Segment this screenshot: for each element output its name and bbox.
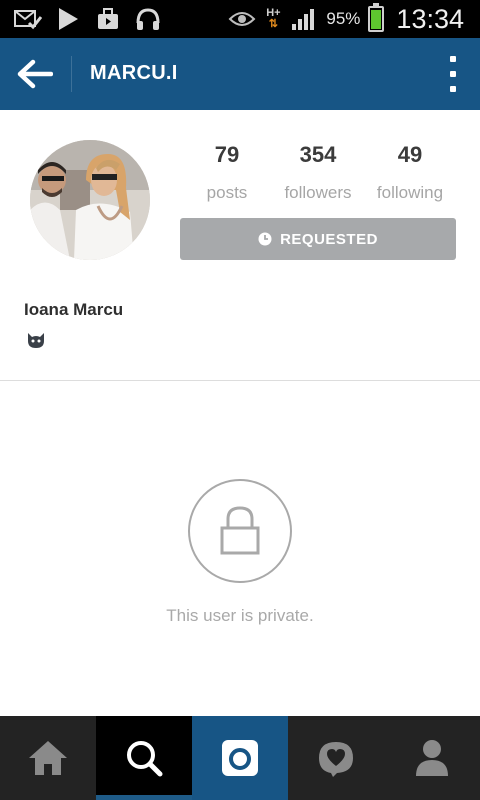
followers-label: followers	[276, 183, 360, 203]
signal-icon	[290, 6, 318, 32]
status-bar: H+⇅ 95% 13:34	[0, 0, 480, 38]
nav-profile[interactable]	[384, 716, 480, 800]
data-arrows-icon: ⇅	[269, 18, 278, 30]
menu-dot	[450, 71, 456, 77]
battery-percent: 95%	[326, 9, 360, 29]
bottom-navigation	[0, 716, 480, 800]
profile-icon	[414, 738, 450, 778]
menu-dot	[450, 86, 456, 92]
camera-icon	[220, 738, 260, 778]
following-count: 49	[370, 142, 450, 168]
instagram-profile-screen: H+⇅ 95% 13:34 MARCU.I	[0, 0, 480, 800]
search-icon	[124, 738, 164, 778]
posts-count: 79	[202, 142, 252, 168]
profile-username: MARCU.I	[90, 62, 178, 85]
network-type: H+⇅	[264, 8, 282, 30]
overflow-menu-button[interactable]	[448, 56, 458, 92]
mail-check-icon	[14, 6, 42, 32]
back-arrow-icon	[17, 59, 53, 89]
shopping-bag-icon	[94, 6, 122, 32]
clock-icon	[258, 232, 272, 246]
nav-home[interactable]	[0, 716, 96, 800]
lock-icon	[190, 481, 290, 581]
home-icon	[27, 738, 69, 778]
nav-camera[interactable]	[192, 716, 288, 800]
following-label: following	[370, 183, 450, 203]
following-stat[interactable]: 49 following	[370, 142, 450, 203]
nav-search[interactable]	[96, 716, 192, 800]
battery-icon	[368, 6, 384, 32]
nav-activity[interactable]	[288, 716, 384, 800]
menu-dot	[450, 56, 456, 62]
private-lock-badge	[188, 479, 292, 583]
followers-stat[interactable]: 354 followers	[276, 142, 360, 203]
back-button[interactable]	[12, 52, 58, 96]
requested-button[interactable]: REQUESTED	[180, 218, 456, 260]
play-store-icon	[54, 6, 82, 32]
profile-stats: 79 posts 354 followers 49 following	[180, 142, 456, 212]
avatar-photo	[30, 140, 150, 260]
private-account-message: This user is private.	[0, 606, 480, 626]
profile-full-name: Ioana Marcu	[24, 300, 123, 320]
cat-face-icon	[26, 331, 46, 349]
system-status: H+⇅ 95% 13:34	[228, 4, 464, 34]
activity-heart-icon	[315, 738, 357, 778]
section-divider	[0, 380, 480, 381]
followers-count: 354	[276, 142, 360, 168]
clock: 13:34	[396, 4, 464, 35]
notification-icons	[14, 6, 162, 32]
app-bar: MARCU.I	[0, 38, 480, 110]
app-bar-divider	[71, 56, 72, 92]
posts-stat[interactable]: 79 posts	[202, 142, 252, 203]
headphones-icon	[134, 6, 162, 32]
profile-avatar[interactable]	[30, 140, 150, 260]
posts-label: posts	[202, 183, 252, 203]
eye-icon	[228, 6, 256, 32]
requested-button-label: REQUESTED	[280, 231, 378, 248]
